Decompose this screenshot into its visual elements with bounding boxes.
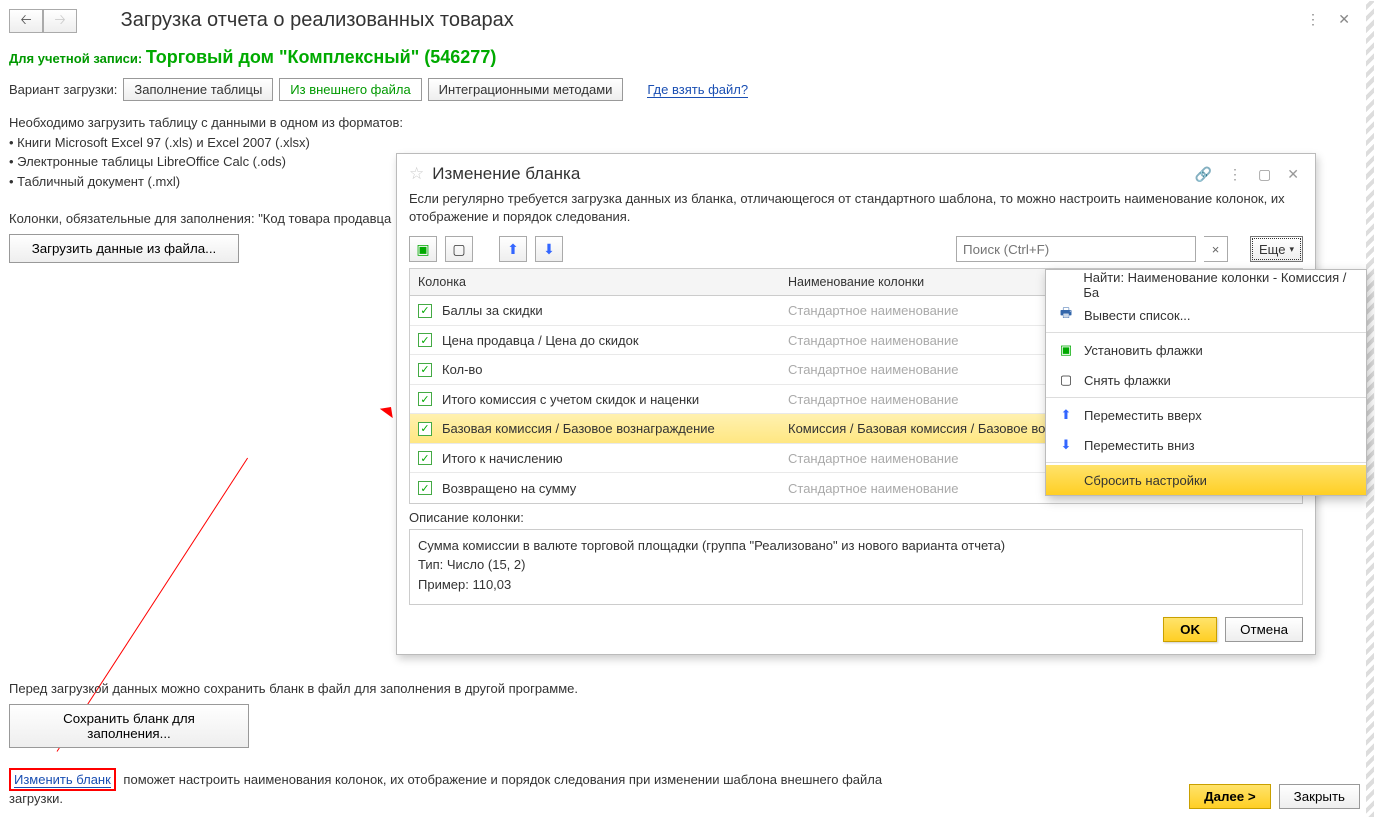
uncheck-all-icon: ▢ [1058, 372, 1074, 388]
move-up-button[interactable]: ⬆ [499, 236, 527, 262]
tab-integration[interactable]: Интеграционными методами [428, 78, 624, 101]
row-checkbox[interactable]: ✓ [418, 333, 432, 347]
row-checkbox[interactable]: ✓ [418, 304, 432, 318]
close-icon[interactable]: ✕ [1283, 166, 1303, 183]
kebab-icon[interactable]: ⋮ [1306, 11, 1320, 28]
maximize-icon[interactable]: ▢ [1254, 166, 1275, 183]
row-checkbox[interactable]: ✓ [418, 363, 432, 377]
row-checkbox[interactable]: ✓ [418, 392, 432, 406]
variant-label: Вариант загрузки: [9, 82, 117, 97]
desc-label: Описание колонки: [409, 510, 1303, 525]
move-down-button[interactable]: ⬇ [535, 236, 563, 262]
menu-separator [1046, 332, 1366, 333]
dialog-title: Изменение бланка [432, 164, 1182, 184]
tab-fill-table[interactable]: Заполнение таблицы [123, 78, 273, 101]
dialog-hint: Если регулярно требуется загрузка данных… [409, 190, 1303, 226]
next-button[interactable]: Далее > [1189, 784, 1271, 809]
link-icon[interactable]: 🔗 [1191, 166, 1216, 183]
uncheck-all-button[interactable]: ▢ [445, 236, 473, 262]
check-all-icon: ▣ [1058, 342, 1074, 358]
search-input[interactable] [956, 236, 1196, 262]
menu-move-up[interactable]: ⬆ Переместить вверх [1046, 400, 1366, 430]
kebab-icon[interactable]: ⋮ [1224, 166, 1246, 183]
row-checkbox[interactable]: ✓ [418, 422, 432, 436]
row-checkbox[interactable]: ✓ [418, 481, 432, 495]
clear-search-button[interactable]: × [1204, 236, 1228, 262]
nav-back-button[interactable]: 🡠 [9, 9, 43, 33]
info-line: Необходимо загрузить таблицу с данными в… [9, 113, 1366, 133]
more-dropdown: Найти: Наименование колонки - Комиссия /… [1045, 269, 1367, 496]
arrow-up-icon: ⬆ [1058, 407, 1074, 423]
tab-from-file[interactable]: Из внешнего файла [279, 78, 421, 101]
menu-separator [1046, 462, 1366, 463]
menu-check-all[interactable]: ▣ Установить флажки [1046, 335, 1366, 365]
pre-save-text: Перед загрузкой данных можно сохранить б… [9, 681, 909, 696]
change-template-hint: поможет настроить наименования колонок, … [9, 772, 882, 806]
menu-find[interactable]: Найти: Наименование колонки - Комиссия /… [1046, 270, 1366, 300]
menu-export-list[interactable]: 🖶 Вывести список... [1046, 300, 1366, 330]
menu-move-down[interactable]: ⬇ Переместить вниз [1046, 430, 1366, 460]
account-label: Для учетной записи: [9, 51, 142, 66]
save-template-button[interactable]: Сохранить бланк для заполнения... [9, 704, 249, 748]
arrow-down-icon: ⬇ [1058, 437, 1074, 453]
cancel-button[interactable]: Отмена [1225, 617, 1303, 642]
nav-forward-button[interactable]: 🡢 [43, 9, 77, 33]
check-all-button[interactable]: ▣ [409, 236, 437, 262]
more-button[interactable]: Еще▾ [1250, 236, 1303, 262]
close-icon[interactable]: ✕ [1338, 11, 1350, 28]
ok-button[interactable]: OK [1163, 617, 1217, 642]
help-link[interactable]: Где взять файл? [647, 82, 748, 98]
change-template-highlight: Изменить бланк [9, 768, 116, 791]
change-template-link[interactable]: Изменить бланк [14, 772, 111, 788]
info-bullet: • Книги Microsoft Excel 97 (.xls) и Exce… [9, 133, 1366, 153]
desc-area: Сумма комиссии в валюте торговой площадк… [409, 529, 1303, 605]
row-checkbox[interactable]: ✓ [418, 451, 432, 465]
star-icon[interactable]: ☆ [409, 164, 424, 184]
page-title: Загрузка отчета о реализованных товарах [121, 9, 514, 32]
th-column[interactable]: Колонка [410, 269, 780, 295]
close-button[interactable]: Закрыть [1279, 784, 1360, 809]
printer-icon: 🖶 [1058, 304, 1074, 326]
account-value: Торговый дом "Комплексный" (546277) [146, 47, 496, 67]
load-file-button[interactable]: Загрузить данные из файла... [9, 234, 239, 263]
menu-separator [1046, 397, 1366, 398]
menu-uncheck-all[interactable]: ▢ Снять флажки [1046, 365, 1366, 395]
menu-reset-settings[interactable]: Сбросить настройки [1046, 465, 1366, 495]
